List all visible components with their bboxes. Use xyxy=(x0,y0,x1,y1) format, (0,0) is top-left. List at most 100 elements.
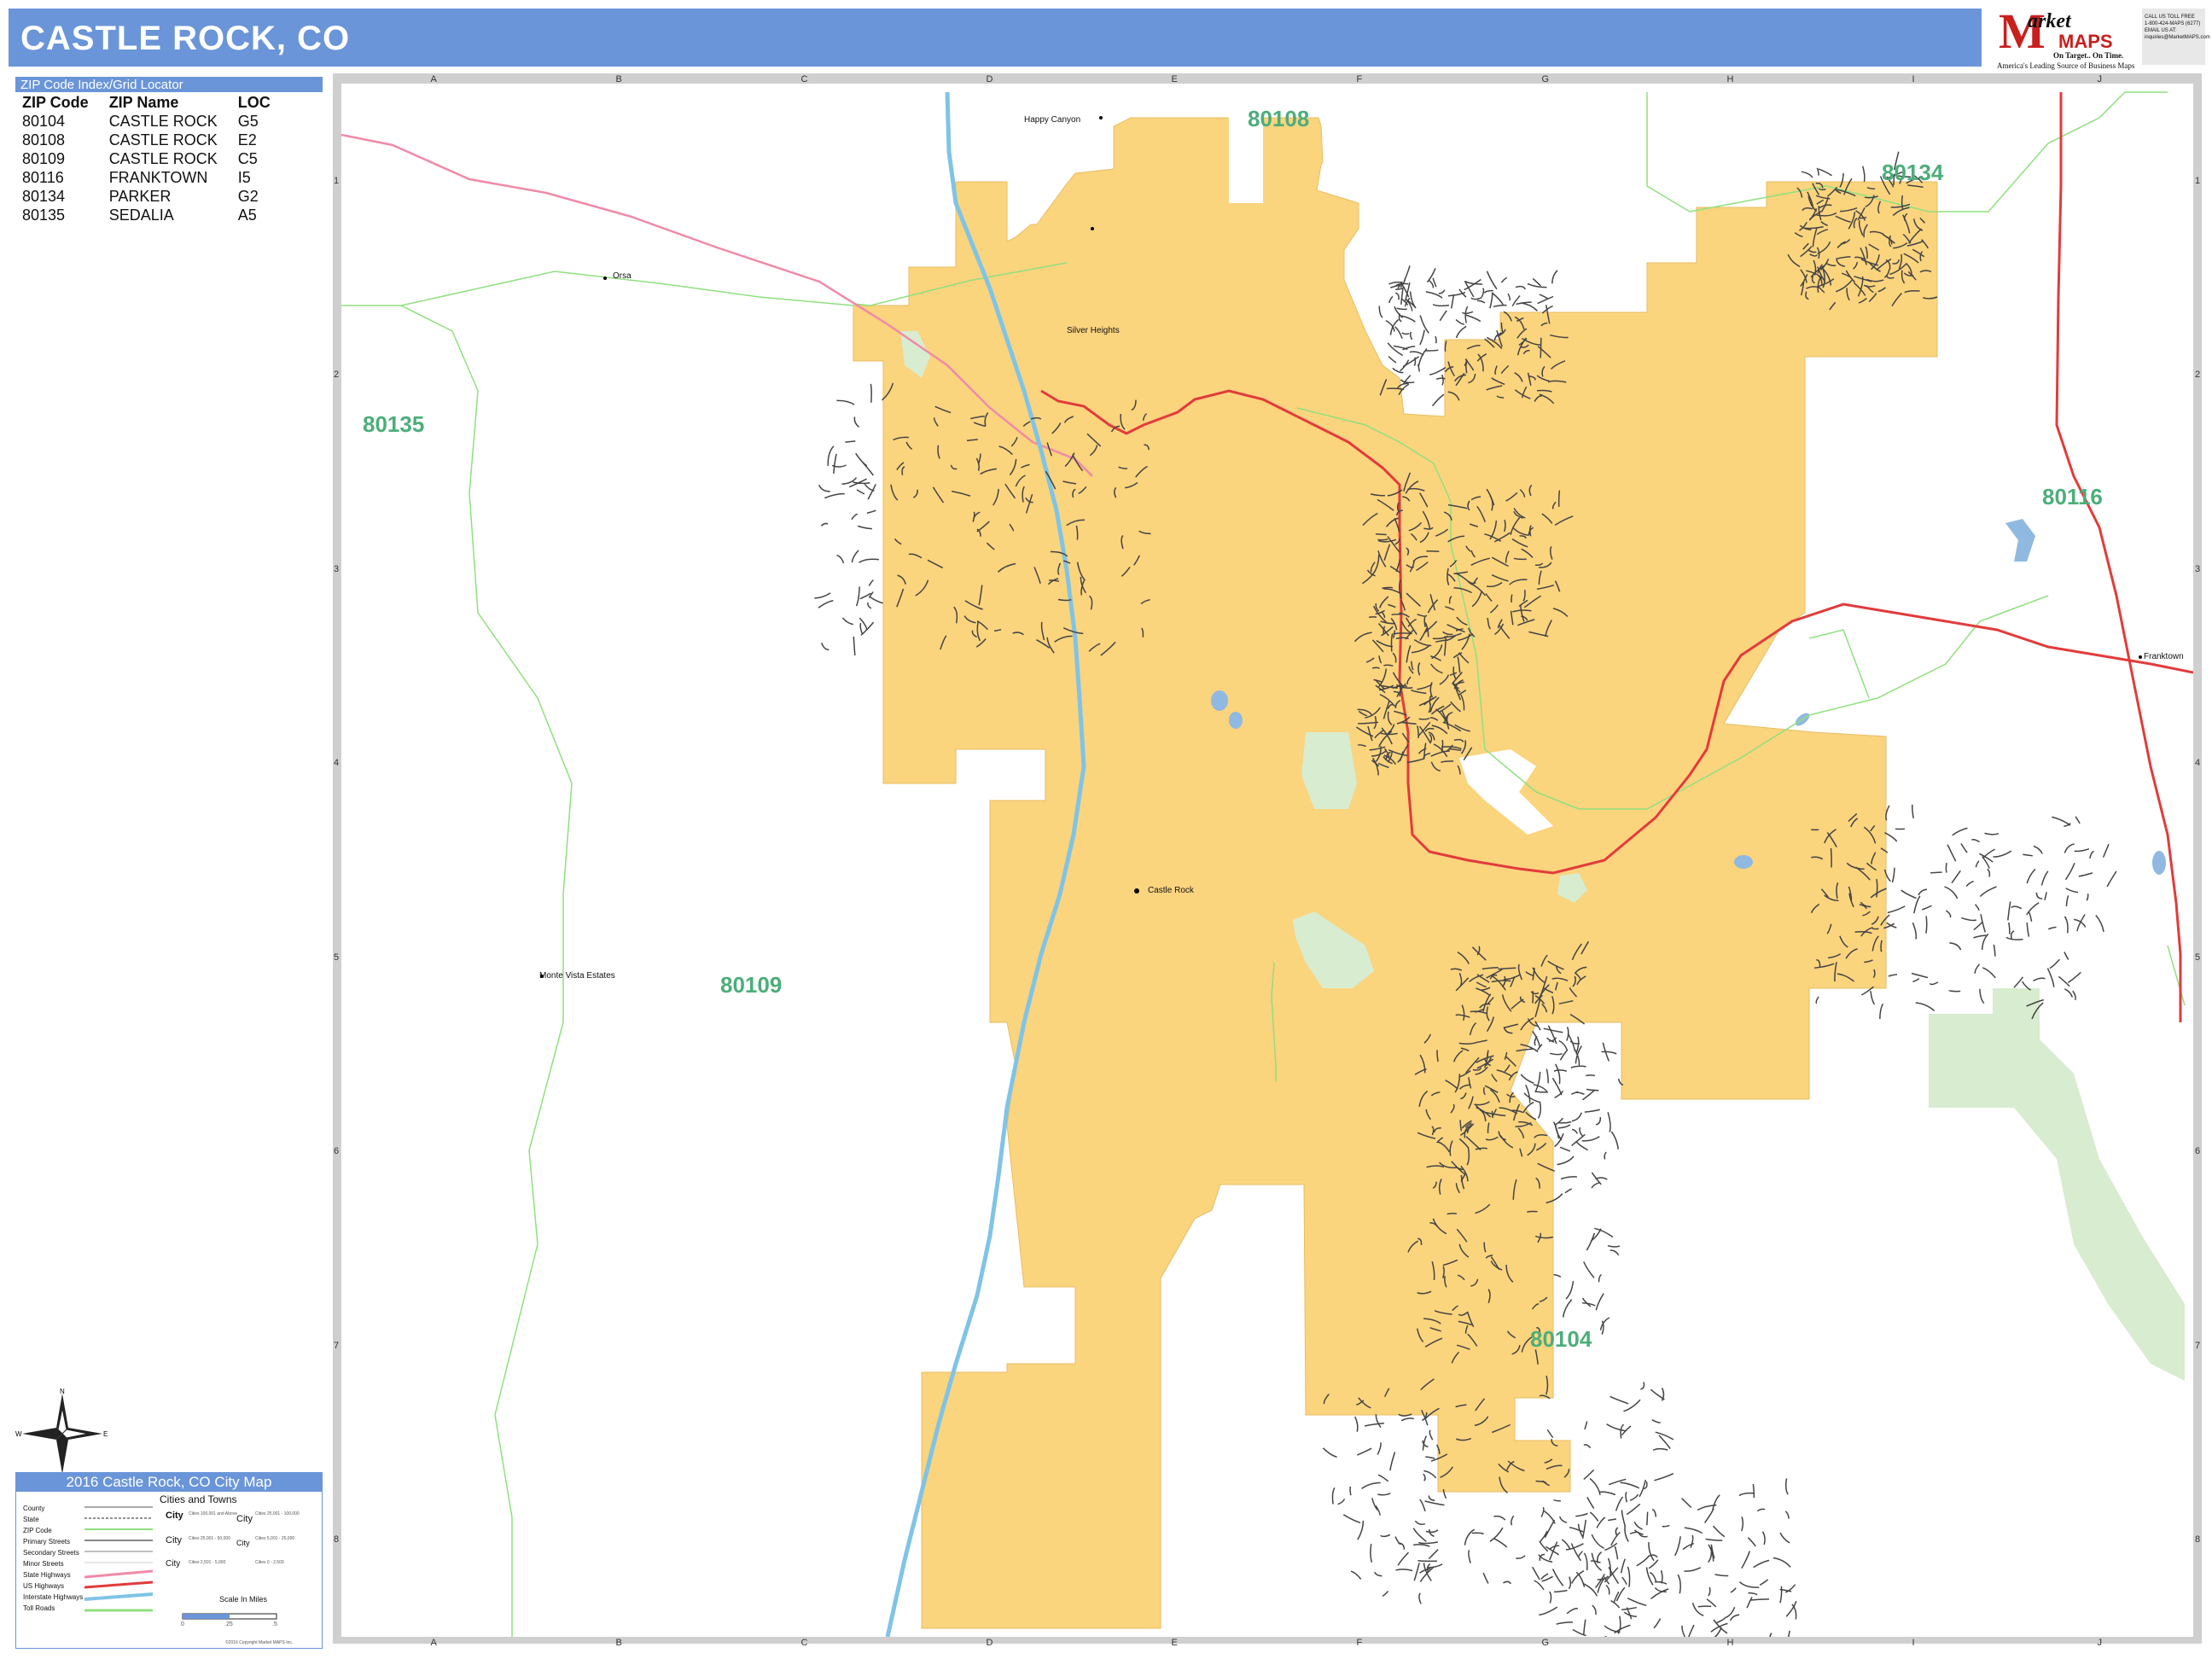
minor-street xyxy=(1614,1545,1619,1560)
minor-street xyxy=(855,586,860,607)
minor-street xyxy=(1441,374,1444,386)
zip-index-cell: 80108 xyxy=(22,131,66,148)
minor-street xyxy=(1610,1531,1621,1546)
zip-index-cell: CASTLE ROCK xyxy=(108,150,218,167)
minor-street xyxy=(1979,886,1997,898)
minor-street xyxy=(1562,1299,1573,1318)
zip-index-row: 80104 CASTLE ROCK G5 xyxy=(22,112,291,131)
grid-column-label: H xyxy=(1726,1638,1734,1648)
legend-city-medium2: City xyxy=(236,1514,253,1524)
minor-street xyxy=(1610,1131,1620,1150)
minor-street xyxy=(1418,1541,1439,1545)
minor-street xyxy=(866,509,876,515)
minor-street xyxy=(2052,816,2071,826)
minor-street xyxy=(1646,1511,1649,1526)
minor-street xyxy=(1489,292,1493,309)
minor-street xyxy=(1583,1552,1588,1571)
minor-street xyxy=(1539,1606,1558,1616)
compass-n: N xyxy=(60,1388,65,1395)
minor-street xyxy=(1589,1477,1601,1496)
minor-street xyxy=(2049,958,2060,969)
minor-street xyxy=(1911,972,1929,979)
minor-street xyxy=(1432,304,1450,307)
minor-street xyxy=(1912,977,1920,983)
minor-street xyxy=(1730,1587,1737,1593)
minor-street xyxy=(1435,377,1446,380)
minor-street xyxy=(1604,1635,1608,1637)
minor-street xyxy=(2028,911,2033,922)
minor-street xyxy=(1598,1491,1616,1496)
minor-street xyxy=(2064,862,2075,881)
compass-e: E xyxy=(103,1430,108,1438)
zip-index-cell: SEDALIA xyxy=(108,207,174,224)
minor-street xyxy=(1815,996,1819,1004)
minor-street xyxy=(1753,1559,1770,1569)
minor-street xyxy=(1582,1582,1598,1597)
minor-street xyxy=(2013,976,2023,988)
minor-street xyxy=(1583,1469,1595,1481)
minor-street xyxy=(1559,1516,1568,1524)
grid-column-label: F xyxy=(1356,74,1363,84)
minor-street xyxy=(2095,914,2104,932)
minor-street xyxy=(1378,306,1383,318)
minor-street xyxy=(1655,1431,1674,1441)
minor-street xyxy=(1424,1500,1445,1506)
minor-street xyxy=(1608,1518,1617,1522)
grid-row-label: 2 xyxy=(2195,370,2201,381)
grid-column-label: G xyxy=(1541,1638,1550,1648)
zip-index-row: 80116 FRANKTOWN I5 xyxy=(22,168,291,187)
minor-street xyxy=(1481,288,1485,298)
minor-street xyxy=(1400,1417,1414,1422)
minor-street xyxy=(1729,1614,1740,1621)
legend-city-note: Cities 100,001 and Above xyxy=(189,1511,237,1516)
minor-street xyxy=(1380,1534,1391,1538)
minor-street xyxy=(1370,1544,1373,1563)
minor-street xyxy=(1409,351,1424,356)
grid-row-label: 5 xyxy=(2195,952,2201,963)
minor-street xyxy=(1629,1531,1639,1534)
minor-street xyxy=(1674,1536,1681,1557)
minor-street xyxy=(1887,905,1906,914)
minor-street xyxy=(1540,1573,1549,1580)
minor-street xyxy=(1944,886,1959,899)
minor-street xyxy=(1599,1317,1610,1330)
minor-street xyxy=(1361,1481,1381,1490)
place-dot xyxy=(603,276,607,280)
minor-street xyxy=(1402,356,1420,368)
minor-street xyxy=(1534,1091,1548,1093)
minor-street xyxy=(1560,1176,1577,1180)
place-label: Orsa xyxy=(613,271,632,281)
minor-street xyxy=(1584,1109,1600,1113)
water xyxy=(1734,855,1753,869)
minor-street xyxy=(1401,332,1410,335)
grid-column-label: B xyxy=(615,74,622,84)
minor-street xyxy=(1982,967,1996,979)
map-area[interactable]: 80108 80134 80135 80116 80109 80104 Happ… xyxy=(341,84,2193,1637)
minor-street xyxy=(1830,847,1832,868)
minor-street xyxy=(824,492,845,499)
minor-street xyxy=(2064,952,2069,960)
minor-street xyxy=(1759,1579,1769,1586)
minor-street xyxy=(1607,1112,1611,1132)
place-label: Franktown xyxy=(2144,652,2184,661)
minor-street xyxy=(1337,1499,1346,1505)
legend-item: Primary Streets xyxy=(23,1538,71,1545)
minor-street xyxy=(1482,1572,1489,1584)
minor-street xyxy=(1648,1542,1655,1562)
grid-column-label: C xyxy=(800,1638,808,1648)
legend-item: US Highways xyxy=(23,1582,65,1590)
minor-street xyxy=(1993,850,2012,858)
minor-street xyxy=(2089,850,2094,859)
minor-street xyxy=(1476,300,1486,304)
grid-row-label: 2 xyxy=(334,370,340,381)
minor-street xyxy=(1929,981,1939,986)
grid-column-label: J xyxy=(2097,74,2103,84)
minor-street xyxy=(1949,942,1962,951)
water xyxy=(2005,519,2035,562)
minor-street xyxy=(1592,1604,1597,1615)
compass-w: W xyxy=(15,1430,22,1438)
zip-col-header: ZIP Code xyxy=(22,94,89,111)
minor-street xyxy=(1581,1297,1592,1307)
minor-street xyxy=(1598,1273,1602,1283)
minor-street xyxy=(1516,1555,1526,1559)
